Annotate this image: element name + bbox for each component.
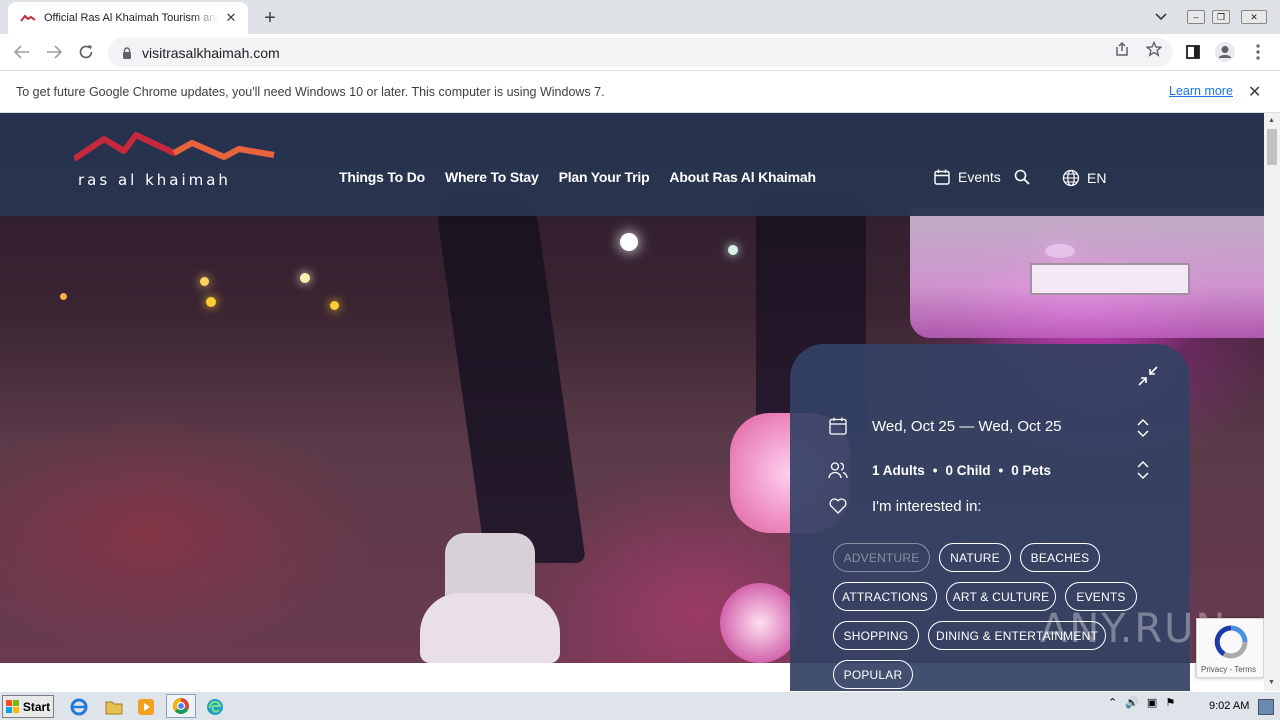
address-bar[interactable]: visitrasalkhaimah.com: [108, 38, 1173, 67]
browser-tabstrip: Official Ras Al Khaimah Tourism and V ✕ …: [0, 0, 1280, 34]
recaptcha-logo-icon: [1214, 625, 1248, 659]
site-header: ras al khaimah Things To Do Where To Sta…: [0, 113, 1264, 216]
date-range-row[interactable]: Wed, Oct 25 — Wed, Oct 25: [828, 416, 1062, 436]
nav-about-ras-al-khaimah[interactable]: About Ras Al Khaimah: [669, 169, 816, 185]
tag-adventure[interactable]: ADVENTURE: [833, 543, 930, 572]
scroll-up-arrow-icon[interactable]: ▲: [1268, 117, 1275, 124]
show-desktop-button[interactable]: [1258, 699, 1274, 715]
windows-taskbar: Start ⌃ 🔊 ▣ ⚑ 9:02 AM: [0, 691, 1280, 720]
infobar-message: To get future Google Chrome updates, you…: [16, 84, 605, 99]
media-player-icon[interactable]: [135, 696, 157, 718]
tray-expand-icon[interactable]: ⌃: [1108, 696, 1117, 709]
events-label: Events: [958, 169, 1001, 185]
lock-icon: [123, 46, 131, 59]
page-below-hero: [0, 663, 790, 691]
back-arrow-icon[interactable]: [10, 40, 34, 64]
tag-attractions[interactable]: ATTRACTIONS: [833, 582, 937, 611]
adults-count: 1 Adults: [872, 462, 925, 478]
bookmark-star-icon[interactable]: [1143, 38, 1165, 60]
reload-icon[interactable]: [74, 40, 98, 64]
interests-row: I'm interested in:: [828, 496, 982, 516]
tag-shopping[interactable]: SHOPPING: [833, 621, 919, 650]
collapse-icon[interactable]: [1136, 364, 1160, 388]
guests-updown-chevron-icon[interactable]: [1134, 458, 1152, 482]
date-range-text: Wed, Oct 25 — Wed, Oct 25: [872, 417, 1062, 435]
url-text: visitrasalkhaimah.com: [142, 44, 280, 61]
guests-row[interactable]: 1 Adults • 0 Child • 0 Pets: [828, 460, 1051, 480]
tag-nature[interactable]: NATURE: [939, 543, 1011, 572]
new-tab-button[interactable]: +: [258, 6, 282, 30]
date-updown-chevron-icon[interactable]: [1134, 416, 1152, 440]
page-scrollbar[interactable]: ▲ ▼: [1264, 113, 1280, 691]
children-count: 0 Child: [945, 462, 991, 478]
search-icon[interactable]: [1014, 169, 1030, 185]
edge-icon[interactable]: [204, 696, 226, 718]
logo-mountains-icon: [72, 132, 275, 162]
nav-plan-your-trip[interactable]: Plan Your Trip: [559, 169, 650, 185]
tab-search-chevron-icon[interactable]: [1150, 6, 1172, 28]
forward-arrow-icon[interactable]: [42, 40, 66, 64]
side-panel-icon[interactable]: [1181, 40, 1205, 64]
profile-avatar-icon[interactable]: [1213, 40, 1237, 64]
infobar-close-icon[interactable]: ✕: [1248, 82, 1261, 102]
calendar-icon: [934, 169, 950, 185]
people-icon: [828, 462, 848, 479]
screen: Official Ras Al Khaimah Tourism and V ✕ …: [0, 0, 1280, 720]
language-selector[interactable]: EN: [1062, 169, 1106, 187]
pets-count: 0 Pets: [1011, 462, 1052, 478]
learn-more-link[interactable]: Learn more: [1169, 84, 1233, 98]
logo-text: ras al khaimah: [78, 171, 231, 189]
page-viewport: ras al khaimah Things To Do Where To Sta…: [0, 113, 1264, 691]
taskbar-clock[interactable]: 9:02 AM: [1209, 700, 1249, 712]
nav-things-to-do[interactable]: Things To Do: [339, 169, 425, 185]
start-button[interactable]: Start: [2, 695, 54, 718]
start-label: Start: [22, 699, 51, 714]
site-favicon-icon: [20, 14, 36, 22]
events-link[interactable]: Events: [934, 169, 1001, 185]
nav-where-to-stay[interactable]: Where To Stay: [445, 169, 539, 185]
scroll-down-arrow-icon[interactable]: ▼: [1268, 679, 1275, 686]
internet-explorer-icon[interactable]: [68, 696, 90, 718]
file-explorer-icon[interactable]: [103, 696, 125, 718]
globe-icon: [1062, 169, 1080, 187]
tag-beaches[interactable]: BEACHES: [1020, 543, 1100, 572]
interested-label: I'm interested in:: [872, 497, 982, 515]
scrollbar-thumb[interactable]: [1267, 129, 1277, 165]
system-tray: ⌃ 🔊 ▣ ⚑: [1108, 696, 1175, 709]
window-close-button[interactable]: ✕: [1240, 6, 1268, 28]
menu-kebab-icon[interactable]: [1246, 40, 1270, 64]
window-restore-button[interactable]: ❐: [1211, 6, 1231, 28]
tab-close-icon[interactable]: ✕: [222, 9, 240, 27]
update-infobar: To get future Google Chrome updates, you…: [0, 71, 1280, 113]
flag-icon[interactable]: ⚑: [1165, 696, 1175, 709]
network-icon[interactable]: ▣: [1147, 696, 1157, 709]
heart-icon: [829, 498, 847, 514]
chrome-taskbar-icon[interactable]: [166, 694, 196, 718]
share-icon[interactable]: [1111, 38, 1133, 60]
volume-icon[interactable]: 🔊: [1125, 696, 1139, 709]
window-minimize-button[interactable]: –: [1186, 6, 1206, 28]
tag-popular[interactable]: POPULAR: [833, 660, 913, 689]
recaptcha-terms[interactable]: Privacy - Terms: [1201, 665, 1256, 674]
browser-toolbar: visitrasalkhaimah.com: [0, 34, 1280, 71]
ras-al-khaimah-logo[interactable]: ras al khaimah: [72, 131, 278, 195]
main-nav: Things To Do Where To Stay Plan Your Tri…: [339, 169, 816, 185]
tab-title: Official Ras Al Khaimah Tourism and V: [44, 12, 218, 24]
windows-logo-icon: [5, 699, 19, 713]
recaptcha-badge[interactable]: Privacy - Terms: [1196, 618, 1264, 678]
browser-tab[interactable]: Official Ras Al Khaimah Tourism and V ✕: [8, 2, 248, 34]
language-label: EN: [1087, 170, 1107, 186]
guests-summary: 1 Adults • 0 Child • 0 Pets: [872, 462, 1052, 478]
calendar-icon: [829, 417, 847, 435]
